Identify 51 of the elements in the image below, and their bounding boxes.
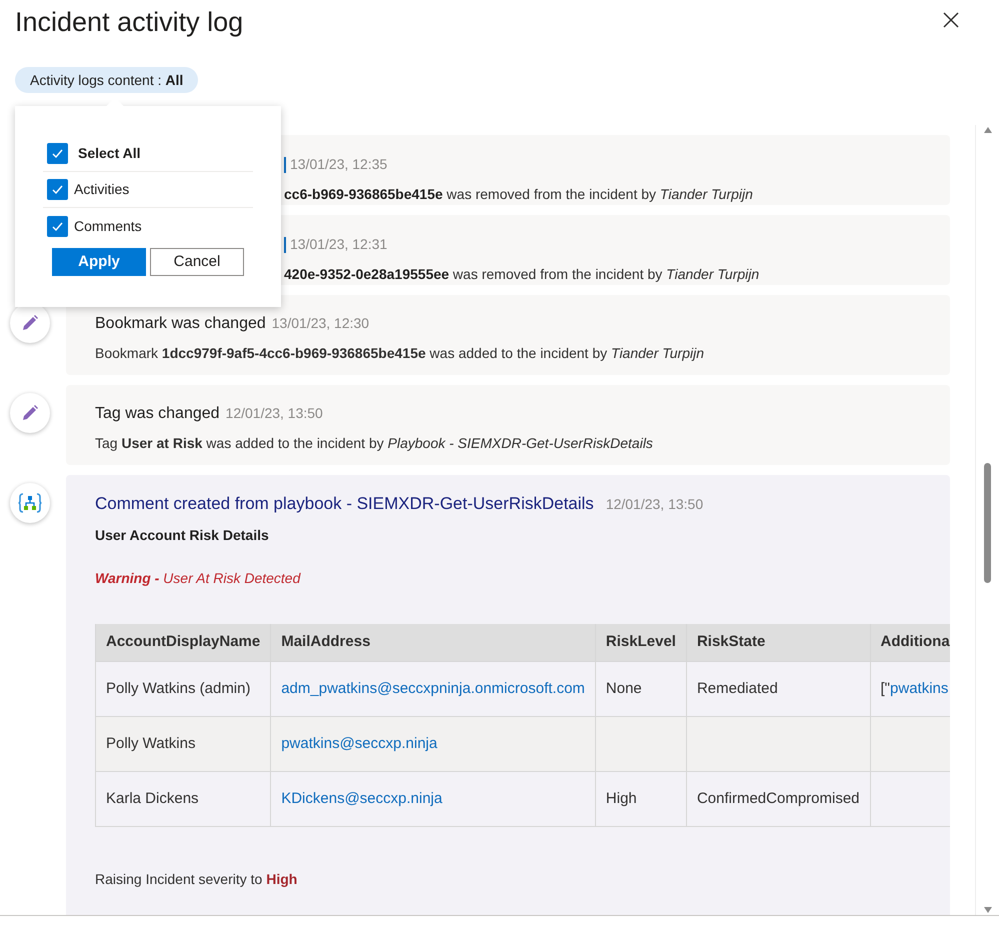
event-description: cc6-b969-936865be415e was removed from the incident by Tiander Turpijn [284, 185, 754, 204]
workflow-icon [18, 492, 42, 514]
event-title: Bookmark was changed [95, 314, 266, 334]
filter-option[interactable]: Activities [43, 172, 253, 208]
column-header: MailAddress [281, 633, 370, 650]
event-time: 12/01/23, 13:50 [226, 404, 323, 423]
comment-heading: User Account Risk Details [95, 526, 270, 544]
event-description: Tag User at Risk was added to the incident by Playbook - SIEMXDR-Get-UserRiskDetails [95, 434, 654, 453]
filter-chip[interactable]: Activity logs content : All [15, 67, 198, 93]
column-header: Additiona [880, 633, 950, 650]
close-button[interactable] [943, 12, 959, 28]
table-cell: ConfirmedCompromised [696, 790, 860, 807]
table-cell: Polly Watkins [106, 734, 196, 752]
event-time: 13/01/23, 12:35 [290, 155, 388, 174]
severity-text: Raising Incident severity to High [95, 870, 298, 889]
table-cell: pwatkins@seccxp.ninja [281, 734, 438, 752]
event-time: 13/01/23, 12:30 [272, 314, 370, 333]
checkbox[interactable] [47, 179, 68, 200]
apply-button[interactable]: Apply [52, 248, 146, 276]
cancel-button[interactable]: Cancel [150, 248, 244, 276]
filter-option[interactable]: Select All [43, 136, 253, 172]
event-description: Bookmark 1dcc979f-9af5-4cc6-b969-936865be415e was added to the incident by Tiander Turpijn [95, 344, 706, 363]
table-cell: adm_pwatkins@seccxpninja.onmicrosoft.com [281, 680, 585, 697]
close-icon [943, 12, 959, 28]
pencil-icon [20, 403, 40, 423]
warning-text: Warning - User At Risk Detected [95, 568, 302, 588]
check-icon [51, 147, 64, 160]
event-time: 12/01/23, 13:50 [606, 495, 704, 514]
column-header: RiskState [696, 633, 766, 650]
table-cell: Karla Dickens [106, 790, 199, 807]
event-description: 420e-9352-0e28a19555ee was removed from the incident by Tiander Turpijn [284, 265, 760, 284]
event-title: Tag was changed [95, 404, 220, 424]
column-header: RiskLevel [606, 633, 676, 650]
table-cell: Remediated [696, 680, 778, 697]
scroll-up-icon[interactable] [984, 127, 992, 133]
comment-title: Comment created from playbook - SIEMXDR-Get-UserRiskDetails [95, 493, 594, 515]
column-header: AccountDisplayName [106, 633, 260, 650]
filter-option[interactable]: Comments [43, 208, 253, 244]
pencil-icon [20, 313, 40, 333]
panel-title: Incident activity log [15, 6, 244, 39]
check-icon [51, 183, 64, 196]
table-cell: Polly Watkins (admin) [106, 680, 250, 697]
event-time: 13/01/23, 12:31 [290, 235, 388, 254]
checkbox[interactable] [47, 216, 68, 236]
table-cell: High [606, 790, 637, 807]
checkbox[interactable] [47, 143, 68, 164]
scrollbar-thumb[interactable] [984, 463, 991, 583]
table-cell: None [606, 680, 642, 697]
table-cell: KDickens@seccxp.ninja [281, 790, 442, 807]
table-cell: ["pwatkins [880, 680, 948, 697]
scroll-down-icon[interactable] [984, 907, 992, 913]
